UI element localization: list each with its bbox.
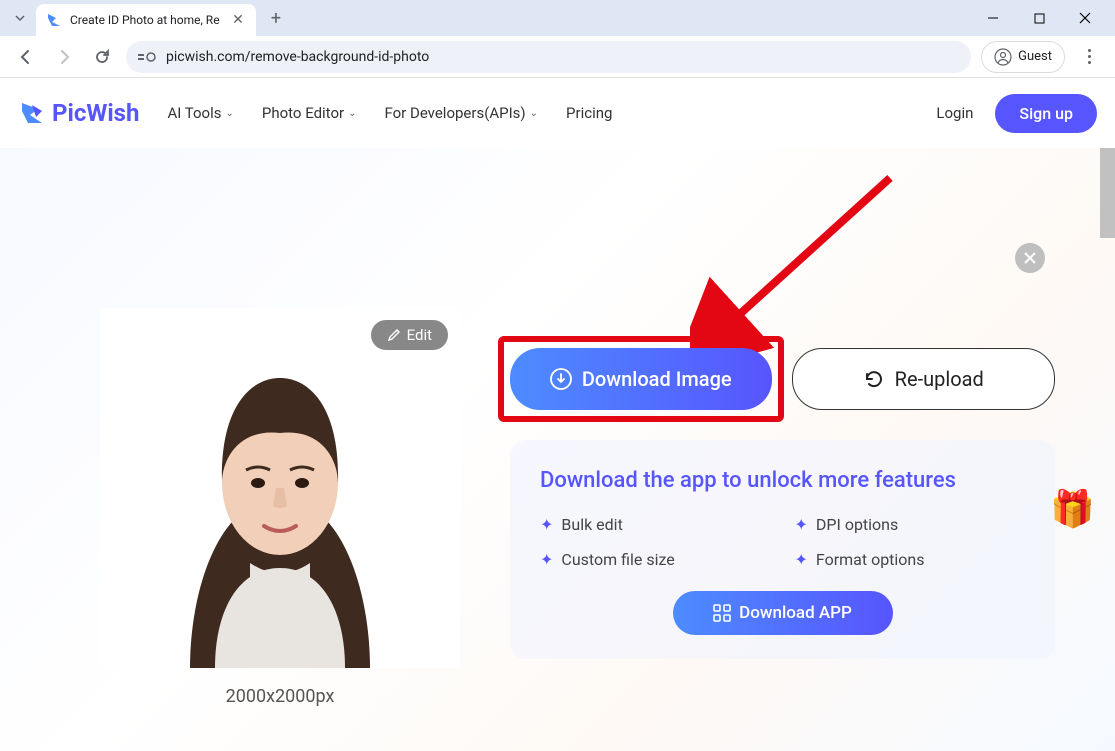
download-image-button[interactable]: Download Image (510, 348, 772, 410)
photo-preview-column: Edit 2000x2000px (100, 308, 460, 707)
main-content: Edit 2000x2000px (0, 148, 1115, 751)
id-photo-preview: Edit (100, 308, 460, 668)
feature-format-options: ✦Format options (795, 550, 1026, 569)
pencil-icon (387, 328, 401, 342)
sparkle-icon: ✦ (540, 515, 553, 534)
browser-toolbar: picwish.com/remove-background-id-photo G… (0, 36, 1115, 78)
edit-button[interactable]: Edit (371, 320, 448, 350)
tab-close-icon[interactable]: ✕ (230, 12, 246, 28)
grid-icon (713, 604, 731, 622)
reupload-label: Re-upload (895, 367, 984, 391)
login-link[interactable]: Login (936, 104, 973, 122)
download-image-label: Download Image (582, 367, 732, 391)
nav-for-developers[interactable]: For Developers(APIs)⌄ (374, 98, 548, 128)
actions-column: Download Image Re-upload Download the ap… (510, 308, 1055, 659)
window-controls (979, 4, 1107, 32)
download-app-button[interactable]: Download APP (673, 591, 893, 635)
tab-title: Create ID Photo at home, Re (70, 13, 222, 27)
nav-pricing[interactable]: Pricing (556, 98, 622, 128)
close-window-button[interactable] (1071, 4, 1099, 32)
feature-dpi-options: ✦DPI options (795, 515, 1026, 534)
features-grid: ✦Bulk edit ✦DPI options ✦Custom file siz… (540, 515, 1025, 569)
sparkle-icon: ✦ (795, 515, 808, 534)
site-info-icon[interactable] (138, 51, 156, 63)
favicon-icon (46, 12, 62, 28)
sparkle-icon: ✦ (795, 550, 808, 569)
url-text: picwish.com/remove-background-id-photo (166, 49, 429, 65)
gift-icon[interactable]: 🎁 (1050, 488, 1095, 530)
site-header: PicWish AI Tools⌄ Photo Editor⌄ For Deve… (0, 78, 1115, 148)
profile-button[interactable]: Guest (981, 41, 1065, 73)
back-button[interactable] (12, 43, 40, 71)
browser-tab[interactable]: Create ID Photo at home, Re ✕ (36, 4, 256, 36)
portrait-image (100, 308, 460, 668)
download-app-label: Download APP (739, 603, 852, 623)
nav-photo-editor[interactable]: Photo Editor⌄ (252, 98, 367, 128)
image-dimensions: 2000x2000px (226, 686, 335, 707)
forward-button[interactable] (50, 43, 78, 71)
close-icon (1023, 251, 1037, 265)
action-buttons-row: Download Image Re-upload (510, 348, 1055, 410)
signup-button[interactable]: Sign up (995, 94, 1097, 133)
profile-icon (994, 48, 1012, 66)
chevron-down-icon: ⌄ (348, 108, 356, 119)
maximize-button[interactable] (1025, 4, 1053, 32)
tab-search-dropdown[interactable] (8, 6, 32, 30)
feature-bulk-edit: ✦Bulk edit (540, 515, 771, 534)
scrollbar-thumb[interactable] (1100, 148, 1115, 238)
download-icon (550, 368, 572, 390)
reload-button[interactable] (88, 43, 116, 71)
brand-name: PicWish (52, 99, 139, 127)
new-tab-button[interactable]: + (262, 4, 290, 32)
feature-custom-size: ✦Custom file size (540, 550, 771, 569)
nav-ai-tools[interactable]: AI Tools⌄ (157, 98, 243, 128)
minimize-button[interactable] (979, 4, 1007, 32)
chevron-down-icon: ⌄ (530, 108, 538, 119)
close-panel-button[interactable] (1015, 243, 1045, 273)
profile-label: Guest (1018, 49, 1052, 64)
features-card: Download the app to unlock more features… (510, 440, 1055, 659)
edit-label: Edit (407, 326, 432, 344)
browser-menu-button[interactable] (1075, 43, 1103, 71)
sparkle-icon: ✦ (540, 550, 553, 569)
logo-icon (18, 99, 46, 127)
reload-icon (863, 368, 885, 390)
chevron-down-icon: ⌄ (225, 108, 233, 119)
address-bar[interactable]: picwish.com/remove-background-id-photo (126, 41, 971, 73)
brand-logo[interactable]: PicWish (18, 99, 139, 127)
browser-tab-strip: Create ID Photo at home, Re ✕ + (0, 0, 1115, 36)
reupload-button[interactable]: Re-upload (792, 348, 1056, 410)
features-title: Download the app to unlock more features (540, 468, 1025, 493)
